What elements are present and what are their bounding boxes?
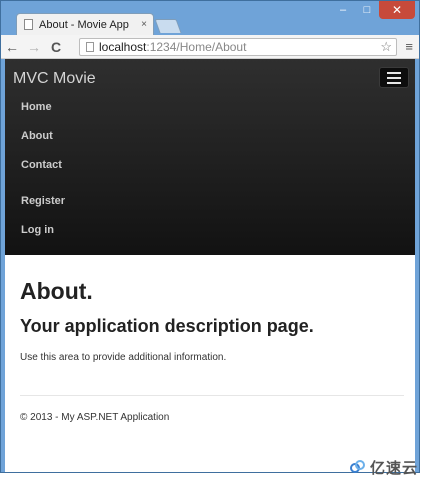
title-bar: About - Movie App × – □ ✕ [1, 1, 419, 35]
watermark: 亿速云 [349, 457, 418, 478]
site-navbar: MVC Movie Home About Contact Register Lo… [5, 59, 415, 255]
url-text: localhost:1234/Home/About [99, 40, 246, 54]
watermark-text: 亿速云 [369, 460, 418, 477]
nav-link-register[interactable]: Register [21, 195, 65, 207]
page-title: About. [20, 278, 93, 304]
window-controls: – □ ✕ [331, 1, 415, 19]
nav-link-about[interactable]: About [21, 130, 53, 142]
url-host: localhost [99, 40, 147, 54]
page-viewport: MVC Movie Home About Contact Register Lo… [5, 59, 415, 472]
close-window-button[interactable]: ✕ [379, 1, 415, 19]
nav-link-login[interactable]: Log in [21, 224, 54, 236]
address-bar[interactable]: localhost:1234/Home/About ☆ [79, 38, 397, 56]
back-icon[interactable]: ← [1, 39, 23, 55]
footer-text: © 2013 - My ASP.NET Application [20, 412, 170, 423]
page-icon [24, 19, 33, 30]
nav-link-home[interactable]: Home [21, 101, 52, 113]
hamburger-icon [387, 71, 401, 74]
cloud-logo-icon [349, 459, 366, 476]
forward-icon[interactable]: → [23, 39, 45, 55]
browser-tab[interactable]: About - Movie App × [16, 13, 154, 35]
page-subtitle: Your application description page. [20, 316, 314, 336]
nav-link-contact[interactable]: Contact [21, 159, 62, 171]
page-description: Use this area to provide additional info… [20, 352, 227, 363]
url-path: :1234/Home/About [146, 40, 247, 54]
divider [20, 395, 404, 396]
tab-close-icon[interactable]: × [141, 19, 147, 30]
browser-toolbar: ← → C localhost:1234/Home/About ☆ ≡ [1, 35, 419, 59]
page-icon [86, 42, 94, 52]
minimize-button[interactable]: – [331, 1, 355, 19]
browser-menu-icon[interactable]: ≡ [405, 39, 413, 54]
tab-title: About - Movie App [39, 18, 129, 31]
bookmark-star-icon[interactable]: ☆ [380, 39, 392, 55]
new-tab-button[interactable] [154, 19, 182, 33]
reload-icon[interactable]: C [45, 39, 67, 55]
site-brand-link[interactable]: MVC Movie [13, 70, 96, 88]
maximize-button[interactable]: □ [355, 1, 379, 19]
navbar-toggle-button[interactable] [379, 67, 409, 88]
